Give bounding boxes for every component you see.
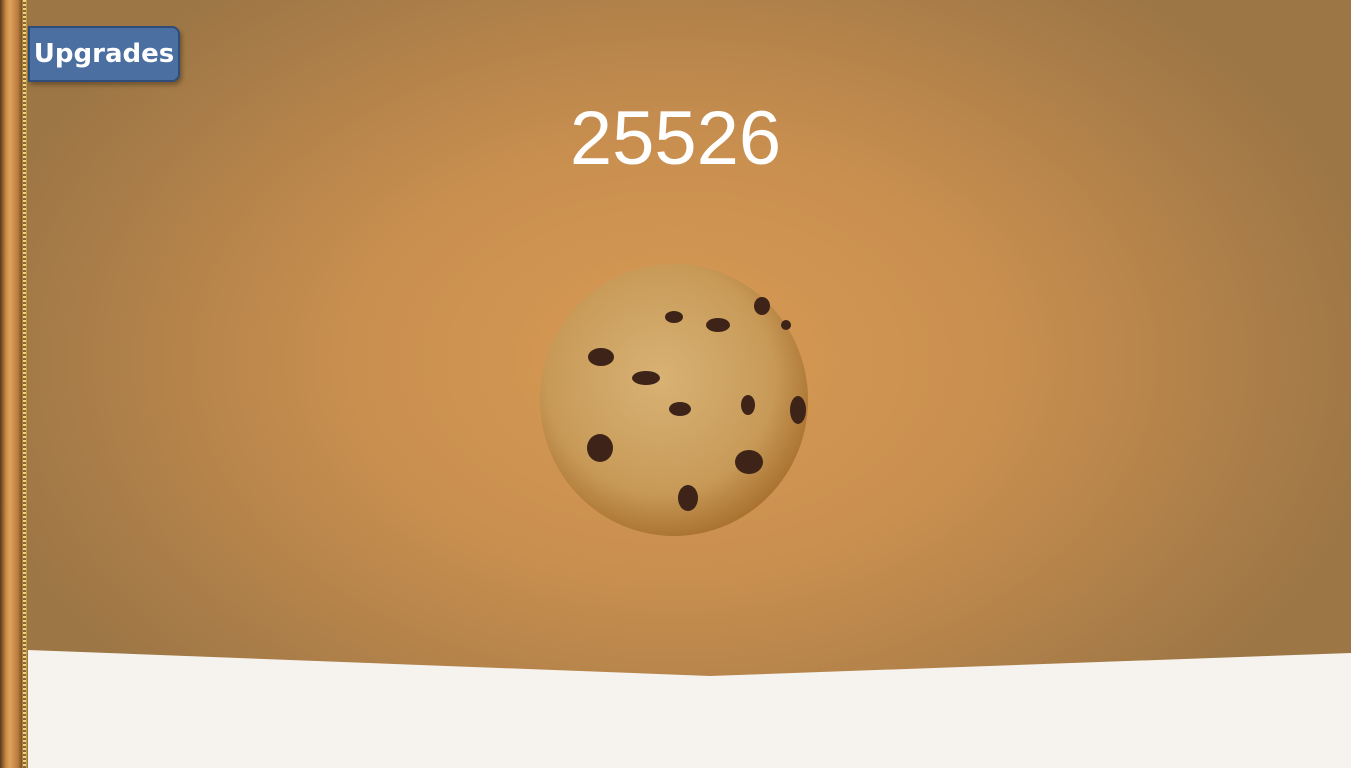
cookie-click-button[interactable]	[536, 262, 812, 538]
cookie-count: 25526	[569, 96, 782, 181]
upgrades-button[interactable]: Upgrades	[28, 26, 180, 82]
